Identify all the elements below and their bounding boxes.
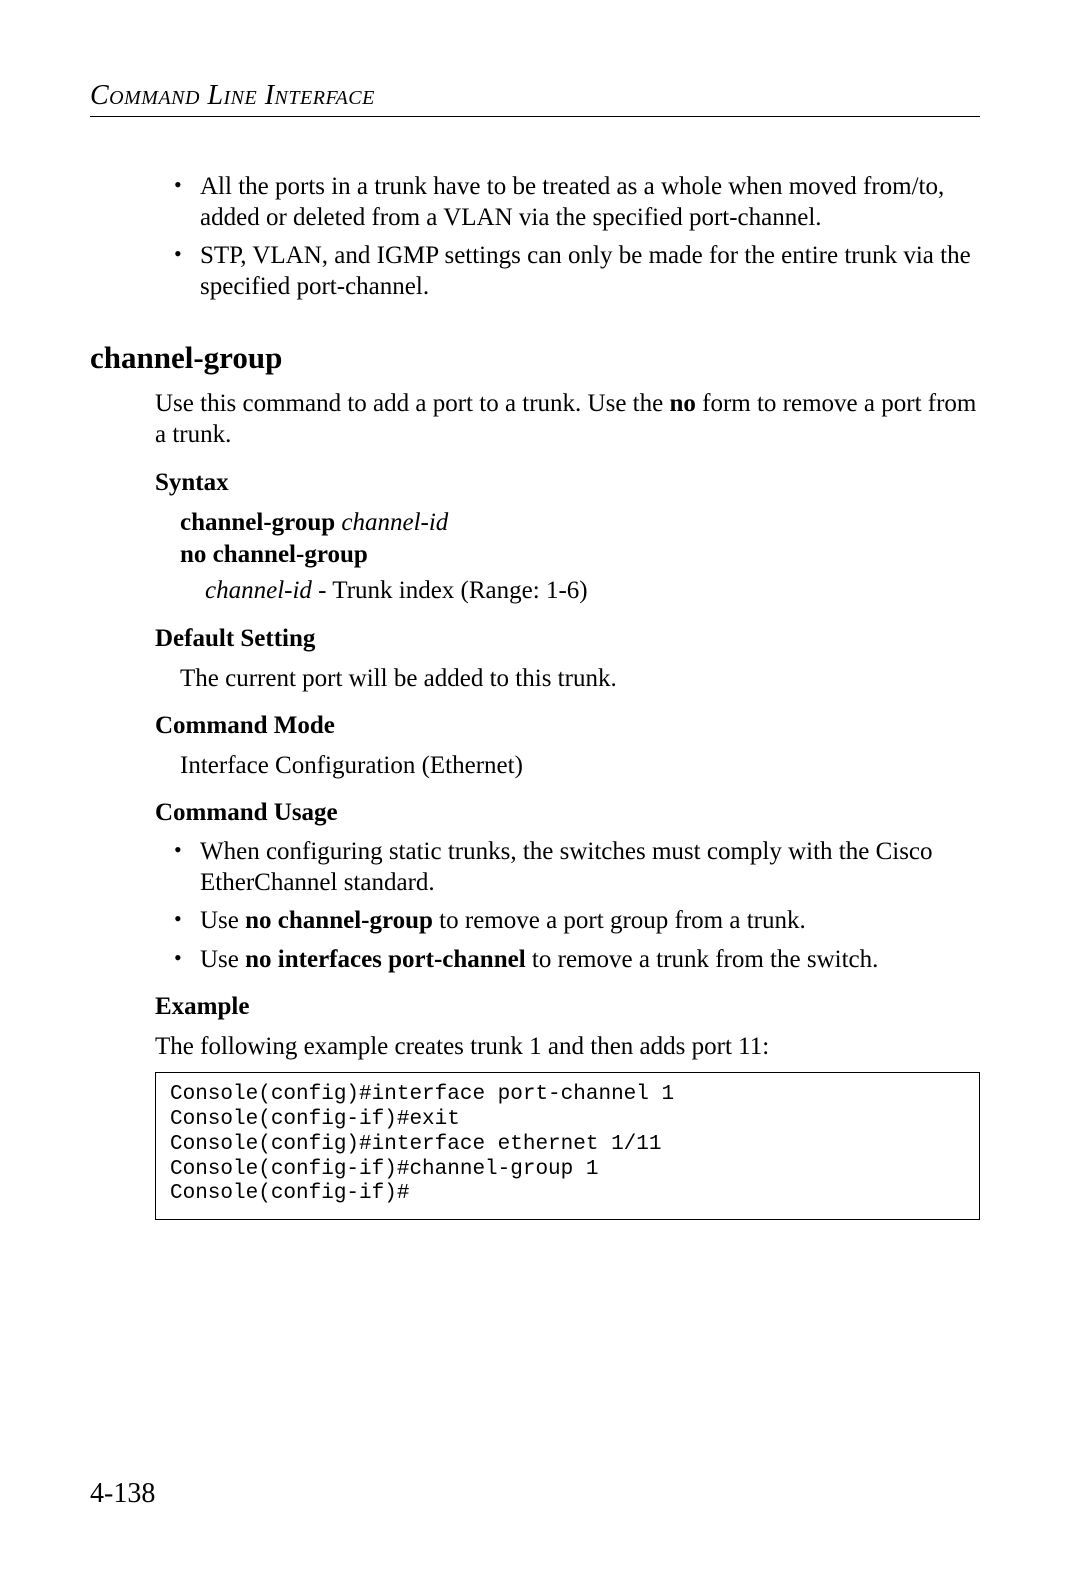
header-rule [90,116,980,117]
text: Use [200,946,245,973]
syntax-keyword: no channel-group [180,541,368,568]
command-intro: Use this command to add a port to a trun… [155,388,980,451]
command-mode-heading: Command Mode [155,712,980,740]
list-item: STP, VLAN, and IGMP settings can only be… [200,241,980,302]
text: to remove a trunk from the switch. [526,946,879,973]
example-heading: Example [155,993,980,1021]
default-setting-heading: Default Setting [155,625,980,653]
text-bold: no channel-group [245,907,433,934]
list-item: All the ports in a trunk have to be trea… [200,172,980,233]
text: Use this command to add a port to a trun… [155,390,669,417]
syntax-line: channel-group channel-id [180,507,980,539]
running-header: Command Line Interface [90,80,980,112]
syntax-param: channel-id [205,577,312,604]
page-number: 4-138 [90,1478,155,1510]
syntax-param-desc: channel-id - Trunk index (Range: 1-6) [180,575,980,607]
list-item: When configuring static trunks, the swit… [200,837,980,898]
syntax-line: no channel-group [180,539,980,571]
text: to remove a port group from a trunk. [433,907,806,934]
command-usage-heading: Command Usage [155,799,980,827]
text-bold: no interfaces port-channel [245,946,526,973]
list-item: Use no interfaces port-channel to remove… [200,945,980,976]
text: Use [200,907,245,934]
text: - Trunk index (Range: 1-6) [312,577,588,604]
example-text: The following example creates trunk 1 an… [155,1031,980,1062]
top-bullet-list: All the ports in a trunk have to be trea… [155,172,980,302]
syntax-param: channel-id [341,509,448,536]
example-code-block: Console(config)#interface port-channel 1… [155,1072,980,1220]
command-mode-text: Interface Configuration (Ethernet) [155,750,980,781]
command-title: channel-group [90,340,980,376]
syntax-keyword: channel-group [180,509,335,536]
text: When configuring static trunks, the swit… [200,838,933,896]
page: Command Line Interface All the ports in … [0,0,1080,1570]
syntax-heading: Syntax [155,469,980,497]
syntax-block: channel-group channel-id no channel-grou… [155,507,980,607]
list-item: Use no channel-group to remove a port gr… [200,906,980,937]
default-setting-text: The current port will be added to this t… [155,663,980,694]
text-bold: no [669,390,695,417]
usage-bullet-list: When configuring static trunks, the swit… [155,837,980,975]
content-area: All the ports in a trunk have to be trea… [90,172,980,1220]
